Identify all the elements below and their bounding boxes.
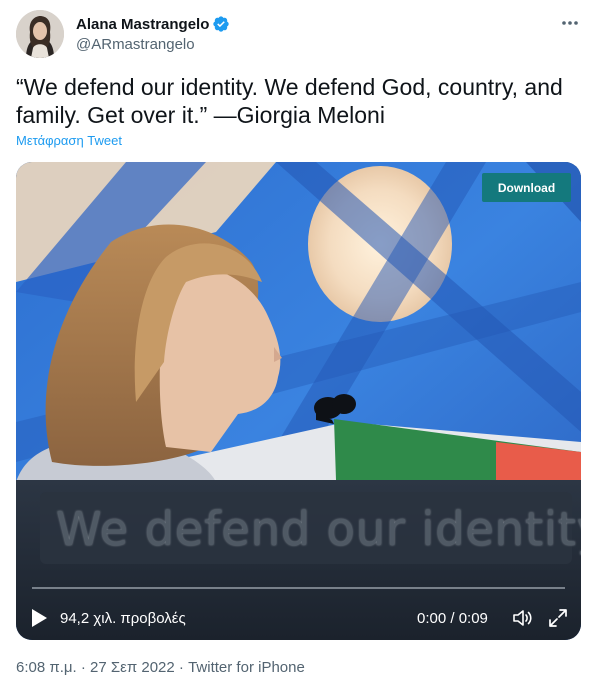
view-count: 94,2 χιλ. προβολές [60, 610, 186, 627]
play-icon[interactable] [30, 608, 48, 628]
video-caption: We defend our identity [56, 502, 581, 556]
fullscreen-icon[interactable] [547, 607, 569, 629]
video-frame [16, 162, 581, 640]
video-player[interactable]: Download We defend our identity 94,2 χιλ… [16, 162, 581, 640]
translate-tweet-link[interactable]: Μετάφραση Tweet [16, 133, 122, 148]
author-names: Alana Mastrangelo @ARmastrangelo [76, 14, 230, 53]
tweet-date[interactable]: 27 Σεπ 2022 [90, 659, 175, 676]
progress-bar[interactable] [32, 587, 565, 589]
meta-separator: · [80, 659, 86, 676]
verified-badge-icon [212, 15, 230, 33]
volume-icon[interactable] [511, 607, 533, 629]
tweet-source[interactable]: Twitter for iPhone [188, 659, 305, 676]
more-icon[interactable] [559, 12, 581, 34]
tweet-text: “We defend our identity. We defend God, … [16, 74, 563, 128]
avatar[interactable] [16, 10, 64, 58]
tweet-time[interactable]: 6:08 π.μ. [16, 659, 77, 676]
video-controls: 94,2 χιλ. προβολές 0:00 / 0:09 [16, 602, 581, 634]
meta-separator: · [178, 659, 184, 676]
tweet-header: Alana Mastrangelo @ARmastrangelo [16, 10, 581, 58]
display-name-row: Alana Mastrangelo [76, 14, 230, 34]
display-name[interactable]: Alana Mastrangelo [76, 16, 209, 33]
video-time: 0:00 / 0:09 [417, 610, 488, 627]
tweet-meta: 6:08 π.μ. · 27 Σεπ 2022 · Twitter for iP… [16, 659, 305, 676]
handle[interactable]: @ARmastrangelo [76, 36, 230, 53]
download-button[interactable]: Download [482, 173, 571, 202]
